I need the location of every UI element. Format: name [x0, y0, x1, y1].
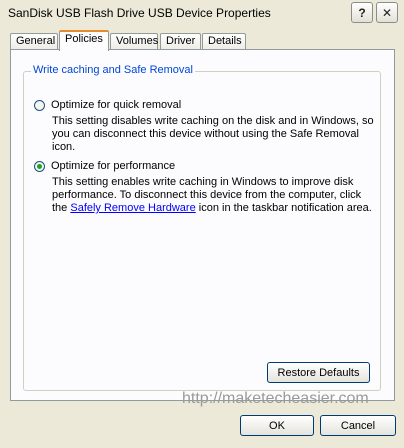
help-icon: ? — [358, 5, 366, 20]
tab-label: Volumes — [116, 35, 159, 47]
performance-description-tail: icon in the taskbar notification area. — [195, 202, 372, 214]
safely-remove-hardware-link[interactable]: Safely Remove Hardware — [70, 202, 195, 214]
cancel-label: Cancel — [340, 419, 376, 432]
quick-removal-option[interactable]: Optimize for quick removal — [34, 99, 181, 111]
quick-removal-radio[interactable] — [34, 99, 45, 111]
tab-label: Policies — [65, 33, 103, 45]
close-icon: ✕ — [381, 5, 393, 20]
cancel-button[interactable]: Cancel — [320, 415, 396, 436]
performance-description: This setting enables write caching in Wi… — [52, 176, 374, 215]
performance-label: Optimize for performance — [51, 160, 176, 172]
watermark-text: http://maketecheasier.com — [182, 390, 369, 407]
window-title: SanDisk USB Flash Drive USB Device Prope… — [8, 6, 271, 20]
tab-volumes[interactable]: Volumes — [110, 33, 158, 50]
tab-panel-policies: Write caching and Safe Removal Optimize … — [10, 49, 395, 401]
tab-label: General — [16, 35, 56, 47]
group-legend: Write caching and Safe Removal — [31, 64, 195, 76]
tab-label: Driver — [166, 35, 196, 47]
performance-radio[interactable] — [34, 160, 45, 172]
tab-policies[interactable]: Policies — [59, 30, 109, 51]
quick-removal-description: This setting disables write caching on t… — [52, 115, 374, 153]
ok-label: OK — [269, 419, 285, 432]
quick-removal-label: Optimize for quick removal — [51, 99, 182, 111]
tab-general[interactable]: General — [10, 33, 58, 50]
performance-option[interactable]: Optimize for performance — [34, 160, 175, 172]
help-button[interactable]: ? — [351, 2, 373, 23]
title-bar[interactable]: SanDisk USB Flash Drive USB Device Prope… — [0, 0, 404, 26]
ok-button[interactable]: OK — [240, 415, 314, 436]
restore-defaults-button[interactable]: Restore Defaults — [267, 362, 370, 383]
tab-details[interactable]: Details — [202, 33, 246, 50]
write-caching-group: Write caching and Safe Removal Optimize … — [23, 64, 381, 391]
restore-defaults-label: Restore Defaults — [277, 366, 360, 379]
close-button[interactable]: ✕ — [376, 2, 398, 23]
tab-label: Details — [208, 35, 242, 47]
tab-driver[interactable]: Driver — [160, 33, 201, 50]
